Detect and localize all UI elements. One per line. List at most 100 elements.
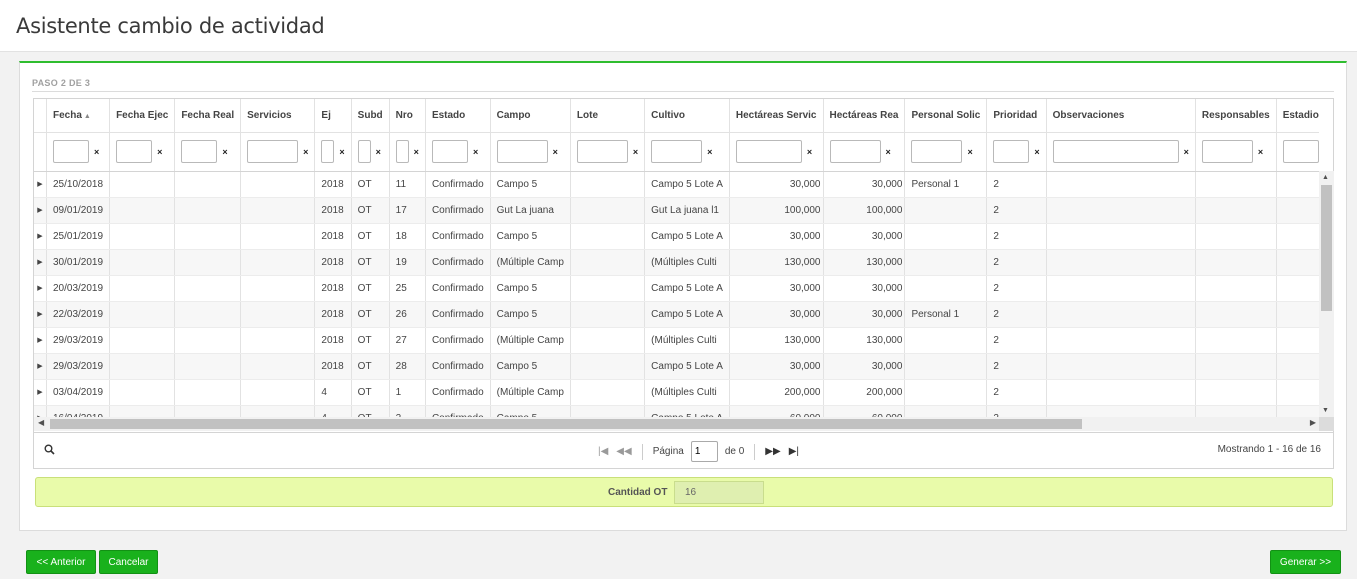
column-header[interactable]: Lote — [570, 99, 646, 133]
previous-button[interactable]: << Anterior — [26, 550, 96, 574]
table-cell — [570, 249, 646, 276]
clear-filter-icon[interactable]: × — [1034, 147, 1039, 157]
generate-button[interactable]: Generar >> — [1270, 550, 1341, 574]
column-header[interactable]: Prioridad — [986, 99, 1047, 133]
expand-row-icon[interactable]: ▶ — [34, 327, 47, 354]
filter-cell: × — [1195, 132, 1277, 172]
column-filter-input[interactable] — [53, 140, 89, 163]
column-header[interactable]: Fecha Ejec — [109, 99, 176, 133]
clear-filter-icon[interactable]: × — [967, 147, 972, 157]
search-icon[interactable] — [44, 444, 55, 455]
clear-filter-icon[interactable]: × — [339, 147, 344, 157]
column-header[interactable]: Nro — [389, 99, 426, 133]
column-filter-input[interactable] — [1282, 140, 1319, 163]
column-filter-input[interactable] — [116, 140, 153, 163]
column-filter-input[interactable] — [651, 140, 703, 163]
table-row[interactable]: ▶ 09/01/2019 2018 OT 17 Confirmado Gut La juan… — [34, 197, 1319, 224]
scroll-right-arrow-icon[interactable]: ▶ — [1310, 418, 1316, 427]
prev-page-icon[interactable]: ◀◀ — [616, 446, 631, 457]
column-filter-input[interactable] — [735, 140, 802, 163]
column-header-label: Nro — [395, 109, 413, 121]
column-filter-input[interactable] — [181, 140, 218, 163]
clear-filter-icon[interactable]: × — [886, 147, 891, 157]
column-header[interactable]: Observaciones — [1046, 99, 1196, 133]
clear-filter-icon[interactable]: × — [1184, 147, 1189, 157]
vertical-scroll-thumb[interactable] — [1321, 185, 1332, 311]
table-cell — [904, 353, 988, 380]
expand-row-icon[interactable]: ▶ — [34, 301, 47, 328]
table-row[interactable]: ▶ 25/01/2019 2018 OT 18 Confirmado Campo 5 Camp… — [34, 223, 1319, 250]
column-filter-input[interactable] — [1201, 140, 1253, 163]
column-header[interactable]: Servicios — [240, 99, 316, 133]
horizontal-scroll-thumb[interactable] — [50, 419, 1082, 429]
column-filter-input[interactable] — [911, 140, 963, 163]
table-row[interactable]: ▶16/04/20194OT2ConfirmadoCampo 5Campo 5 … — [34, 405, 1319, 417]
clear-filter-icon[interactable]: × — [807, 147, 812, 157]
table-cell — [240, 301, 316, 328]
expand-row-icon[interactable]: ▶ — [34, 379, 47, 406]
column-header[interactable]: Subd — [351, 99, 390, 133]
expand-row-icon[interactable]: ▶ — [34, 275, 47, 302]
column-filter-input[interactable] — [829, 140, 881, 163]
column-header[interactable]: Campo — [490, 99, 571, 133]
column-filter-input[interactable] — [247, 140, 299, 163]
page-number-input[interactable] — [690, 441, 718, 462]
table-row[interactable]: ▶ 30/01/2019 2018 OT 19 Confirmado (Múltiple C… — [34, 249, 1319, 276]
expand-row-icon[interactable]: ▶ — [34, 171, 47, 198]
expand-row-icon[interactable]: ▶ — [34, 353, 47, 380]
column-filter-input[interactable] — [357, 140, 371, 163]
column-header[interactable]: Estadio — [1276, 99, 1319, 133]
clear-filter-icon[interactable]: × — [303, 147, 308, 157]
column-filter-input[interactable] — [431, 140, 468, 163]
last-page-icon[interactable]: ▶| — [789, 446, 799, 457]
scroll-up-arrow-icon[interactable]: ▲ — [1322, 174, 1329, 181]
table-row[interactable]: ▶ 03/04/2019 4 OT 1 Confirmado (Múltiple Camp (… — [34, 379, 1319, 406]
scroll-left-arrow-icon[interactable]: ◀ — [38, 418, 44, 427]
horizontal-scrollbar[interactable]: ◀ ▶ — [34, 417, 1319, 431]
clear-filter-icon[interactable]: × — [707, 147, 712, 157]
clear-filter-icon[interactable]: × — [376, 147, 381, 157]
sort-icon[interactable]: ▲ — [84, 113, 91, 120]
column-header[interactable]: Hectáreas Rea — [823, 99, 906, 133]
first-page-icon[interactable]: |◀ — [598, 446, 608, 457]
column-filter-input[interactable] — [993, 140, 1030, 163]
table-row[interactable]: ▶ 29/03/2019 2018 OT 27 Confirmado (Múltiple C… — [34, 327, 1319, 354]
next-page-icon[interactable]: ▶▶ — [765, 446, 780, 457]
column-header-label: Hectáreas Servic — [735, 109, 817, 121]
table-row[interactable]: ▶ 20/03/2019 2018 OT 25 Confirmado Campo 5 Camp… — [34, 275, 1319, 302]
clear-filter-icon[interactable]: × — [157, 147, 162, 157]
column-header[interactable]: Cultivo — [644, 99, 730, 133]
clear-filter-icon[interactable]: × — [633, 147, 638, 157]
column-header[interactable]: Fecha Real — [174, 99, 242, 133]
column-header[interactable]: Ej — [314, 99, 352, 133]
table-cell: 30,000 — [823, 275, 906, 302]
column-filter-input[interactable] — [576, 140, 628, 163]
expand-row-icon[interactable]: ▶ — [34, 197, 47, 224]
clear-filter-icon[interactable]: × — [553, 147, 558, 157]
clear-filter-icon[interactable]: × — [1258, 147, 1263, 157]
clear-filter-icon[interactable]: × — [222, 147, 227, 157]
clear-filter-icon[interactable]: × — [473, 147, 478, 157]
column-header[interactable]: Estado — [425, 99, 491, 133]
column-filter-input[interactable] — [321, 140, 335, 163]
expand-row-icon[interactable]: ▶ — [34, 249, 47, 276]
cancel-button[interactable]: Cancelar — [99, 550, 158, 574]
column-filter-input[interactable] — [1052, 140, 1179, 163]
table-cell: 28 — [389, 353, 426, 380]
clear-filter-icon[interactable]: × — [414, 147, 419, 157]
scroll-down-arrow-icon[interactable]: ▼ — [1322, 407, 1329, 414]
expand-row-icon[interactable]: ▶ — [34, 405, 47, 417]
column-header[interactable]: Personal Solic — [904, 99, 988, 133]
table-row[interactable]: ▶ 25/10/2018 2018 OT 11 Confirmado Campo 5 Camp… — [34, 171, 1319, 198]
column-filter-input[interactable] — [395, 140, 409, 163]
vertical-scrollbar[interactable]: ▲ ▼ — [1319, 171, 1334, 417]
column-header[interactable]: Fecha ▲ — [46, 99, 111, 133]
table-row[interactable]: ▶ 22/03/2019 2018 OT 26 Confirmado Campo 5 Camp… — [34, 301, 1319, 328]
column-filter-input[interactable] — [496, 140, 548, 163]
table-row[interactable]: ▶ 29/03/2019 2018 OT 28 Confirmado Campo 5 Camp… — [34, 353, 1319, 380]
column-header[interactable]: Hectáreas Servic — [729, 99, 824, 133]
summary-label: Cantidad OT — [608, 487, 668, 498]
expand-row-icon[interactable]: ▶ — [34, 223, 47, 250]
column-header[interactable]: Responsables — [1195, 99, 1277, 133]
clear-filter-icon[interactable]: × — [94, 147, 99, 157]
